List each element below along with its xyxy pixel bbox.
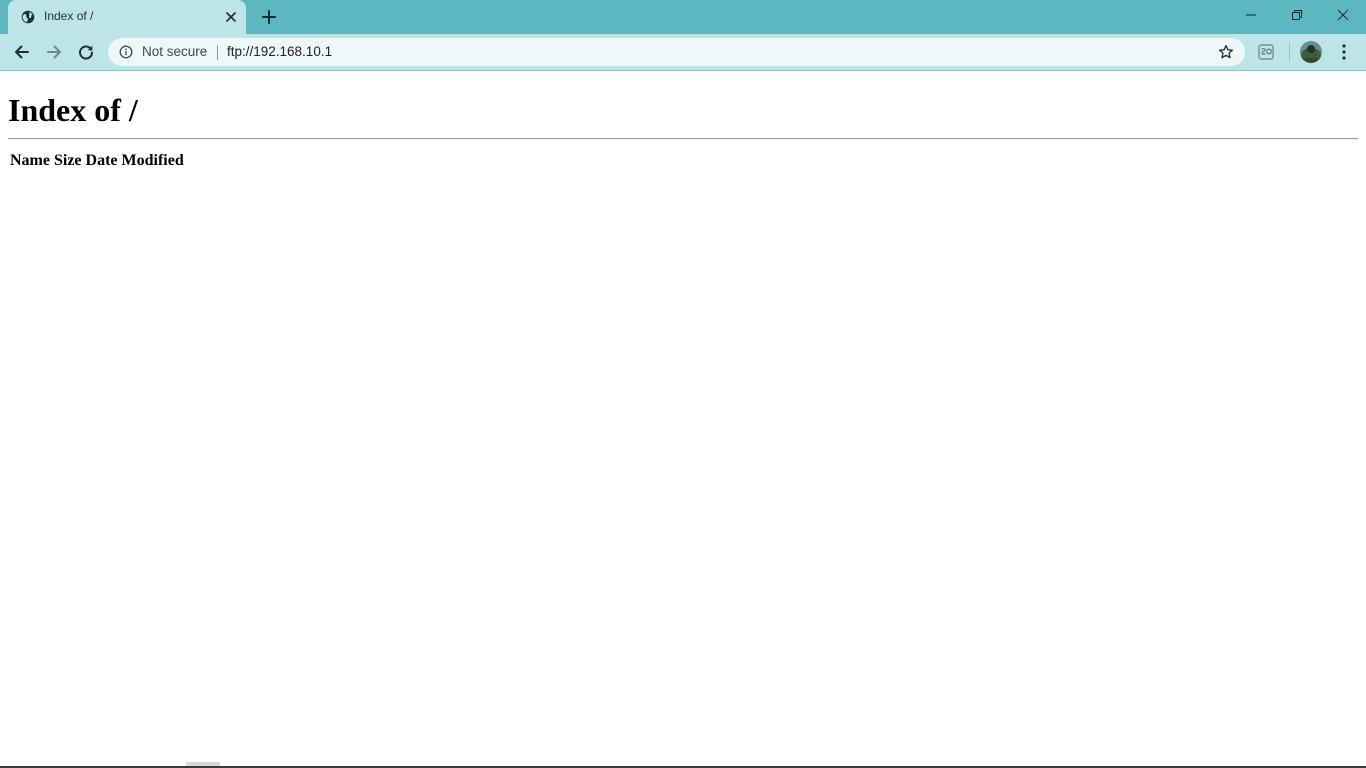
kebab-menu-icon[interactable] [1336, 43, 1352, 61]
tab-title: Index of / [44, 9, 94, 23]
minimize-icon [1246, 14, 1256, 16]
restore-button[interactable] [1274, 0, 1320, 30]
security-status-label[interactable]: Not secure [142, 44, 207, 59]
address-bar[interactable]: Not secure ftp://192.168.10.1 [108, 38, 1245, 66]
directory-listing-table: Name Size Date Modified [7, 149, 187, 173]
forward-button[interactable] [41, 39, 67, 65]
restore-icon [1292, 10, 1302, 20]
avatar[interactable] [1300, 41, 1322, 63]
toolbar-separator [1289, 43, 1290, 61]
table-header-row: Name Size Date Modified [9, 151, 185, 171]
minimize-button[interactable] [1228, 0, 1274, 30]
omnibox-separator [217, 45, 218, 60]
browser-toolbar: Not secure ftp://192.168.10.1 [0, 34, 1366, 71]
browser-window: Index of / Not secure ftp://192.168.10.1… [0, 0, 1366, 768]
horizontal-scrollbar-thumb[interactable] [186, 762, 220, 766]
page-content: Index of / Name Size Date Modified [0, 71, 1366, 766]
info-icon[interactable] [119, 45, 133, 59]
window-close-icon [1337, 9, 1349, 21]
plus-icon[interactable] [260, 8, 278, 26]
page-title: Index of / [8, 92, 138, 128]
globe-icon [21, 10, 35, 24]
reload-button[interactable] [73, 39, 99, 65]
reload-icon [79, 45, 93, 60]
back-button[interactable] [9, 39, 35, 65]
window-close-button[interactable] [1320, 0, 1366, 30]
close-icon[interactable] [224, 10, 238, 24]
horizontal-rule [8, 138, 1358, 140]
url-text[interactable]: ftp://192.168.10.1 [227, 44, 332, 59]
star-icon[interactable] [1218, 44, 1234, 60]
arrow-right-icon [47, 45, 61, 59]
column-header-date-modified[interactable]: Date Modified [85, 151, 185, 171]
profile-avatar-image [1300, 41, 1322, 63]
extension-icon[interactable] [1257, 43, 1275, 61]
column-header-size[interactable]: Size [53, 151, 83, 171]
tab-index[interactable]: Index of / [8, 0, 246, 34]
arrow-left-icon [15, 45, 29, 59]
column-header-name[interactable]: Name [9, 151, 51, 171]
tab-strip: Index of / [0, 0, 1366, 34]
